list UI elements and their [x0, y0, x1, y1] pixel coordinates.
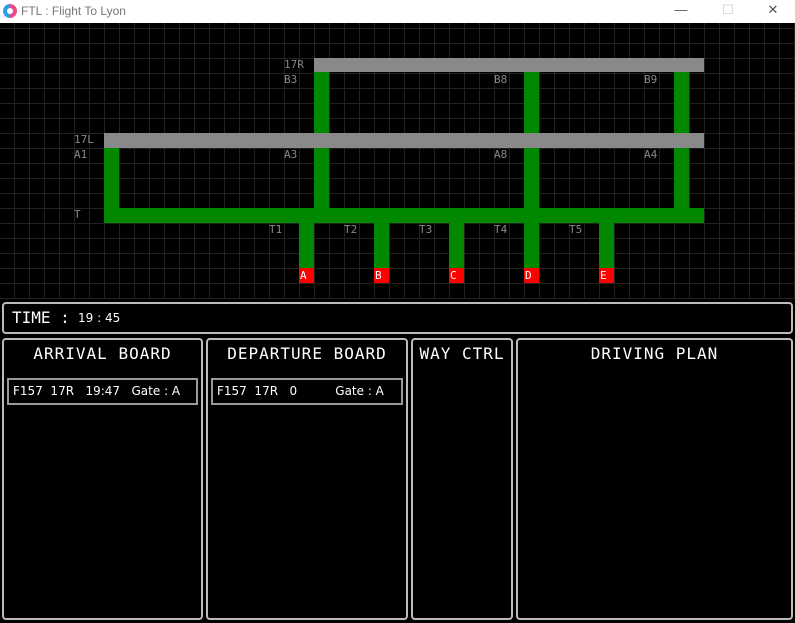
runway-17l	[104, 133, 704, 148]
taxiway-label: T2	[344, 223, 358, 236]
departure-board-title: DEPARTURE BOARD	[227, 344, 387, 363]
gate-d[interactable]: D	[524, 268, 539, 283]
time-label: TIME :	[12, 308, 70, 327]
way-ctrl-title: WAY CTRL	[419, 344, 505, 363]
time-value: 19 : 45	[78, 311, 121, 325]
taxiway-t2	[374, 223, 389, 268]
taxiway-b8	[524, 72, 539, 268]
gate-b[interactable]: B	[374, 268, 389, 283]
arrival-entry[interactable]: F157 17R 19:47 Gate : A	[7, 378, 198, 405]
taxiway-t1	[299, 223, 314, 268]
taxiway-label: T1	[269, 223, 283, 236]
driving-plan-panel: DRIVING PLAN	[516, 338, 793, 620]
driving-plan-title: DRIVING PLAN	[590, 344, 719, 363]
title-bar: FTL : Flight To Lyon — ☐ ✕	[0, 0, 795, 23]
taxiway-t3	[449, 223, 464, 268]
minimize-button[interactable]: —	[666, 2, 696, 17]
close-button[interactable]: ✕	[758, 2, 788, 18]
runway-label: 17R	[284, 58, 304, 71]
departure-entry[interactable]: F157 17R 0 Gate : A	[211, 378, 403, 405]
arrival-board-title: ARRIVAL BOARD	[33, 344, 172, 363]
gate-e[interactable]: E	[599, 268, 614, 283]
maximize-button[interactable]: ☐	[713, 2, 743, 18]
junction-label: A4	[644, 148, 658, 161]
junction-label: B9	[644, 73, 658, 86]
departure-board: DEPARTURE BOARD F157 17R 0 Gate : A	[206, 338, 408, 620]
taxiway-label: T4	[494, 223, 508, 236]
airport-map[interactable]: A B C D E 17R 17L B3 B8 B9 A1 A3 A8 A4 T…	[0, 23, 795, 299]
runway-label: 17L	[74, 133, 94, 146]
junction-label: B8	[494, 73, 508, 86]
junction-label: A1	[74, 148, 88, 161]
runway-17r	[314, 58, 704, 72]
taxiway-t	[104, 208, 704, 223]
junction-label: A8	[494, 148, 508, 161]
arrival-board: ARRIVAL BOARD F157 17R 19:47 Gate : A	[2, 338, 203, 620]
window-title: FTL : Flight To Lyon	[21, 4, 126, 18]
taxiway-label: T5	[569, 223, 583, 236]
junction-label: A3	[284, 148, 298, 161]
gate-c[interactable]: C	[449, 268, 464, 283]
taxiway-label: T3	[419, 223, 433, 236]
taxiway-label: T	[74, 208, 81, 221]
way-ctrl-panel: WAY CTRL	[411, 338, 513, 620]
gate-a[interactable]: A	[299, 268, 314, 283]
app-icon	[3, 4, 17, 18]
taxiway-a1	[104, 148, 119, 208]
time-bar: TIME : 19 : 45	[2, 302, 793, 334]
junction-label: B3	[284, 73, 298, 86]
taxiway-t5	[599, 223, 614, 268]
